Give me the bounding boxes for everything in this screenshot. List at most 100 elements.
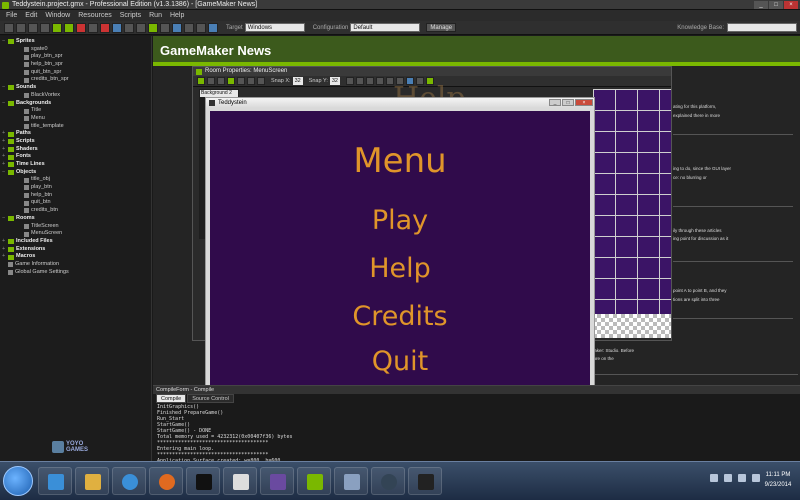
start-button[interactable]: [3, 466, 33, 496]
tab-compile[interactable]: Compile: [156, 394, 187, 403]
tree-item[interactable]: title_obj: [2, 176, 151, 184]
clean-icon[interactable]: [88, 22, 98, 33]
taskbar-explorer[interactable]: [75, 467, 109, 495]
menu-window[interactable]: Window: [45, 10, 70, 21]
new-icon[interactable]: [4, 22, 14, 33]
tree-item-global-game-settings[interactable]: Global Game Settings: [2, 269, 151, 277]
tree-item[interactable]: credits_btn: [2, 207, 151, 215]
clock[interactable]: 11:11 PM 9/23/2014: [760, 470, 796, 490]
tree-folder-scripts[interactable]: + Scripts: [2, 138, 151, 146]
tab-source-control[interactable]: Source Control: [187, 394, 234, 403]
script-icon[interactable]: [148, 22, 158, 33]
tree-item[interactable]: play_btn_spr: [2, 53, 151, 61]
save-icon[interactable]: [28, 22, 38, 33]
maximize-button[interactable]: □: [769, 1, 783, 9]
room-icon[interactable]: [184, 22, 194, 33]
zoom-in-icon[interactable]: [366, 77, 374, 85]
quit-button[interactable]: Quit: [210, 346, 590, 377]
background-2-item[interactable]: Background 2: [200, 90, 238, 97]
shift-icon[interactable]: [227, 77, 235, 85]
tree-item[interactable]: credits_btn_spr: [2, 76, 151, 84]
tree-item[interactable]: title_template: [2, 123, 151, 131]
network-icon[interactable]: [724, 474, 732, 482]
tree-folder-objects[interactable]: − Objects: [2, 169, 151, 177]
tree-folder-paths[interactable]: + Paths: [2, 130, 151, 138]
volume-icon[interactable]: [738, 474, 746, 482]
object-icon[interactable]: [172, 22, 182, 33]
ok-icon[interactable]: [197, 77, 205, 85]
background-icon[interactable]: [124, 22, 134, 33]
taskbar-gamemaker[interactable]: [297, 467, 331, 495]
menu-help[interactable]: Help: [170, 10, 184, 21]
taskbar-media[interactable]: [112, 467, 146, 495]
isometric-icon[interactable]: [356, 77, 364, 85]
taskbar-ie[interactable]: [38, 467, 72, 495]
tree-item[interactable]: help_btn_spr: [2, 61, 151, 69]
lock-icon[interactable]: [247, 77, 255, 85]
tree-item[interactable]: play_btn: [2, 184, 151, 192]
menu-run[interactable]: Run: [149, 10, 162, 21]
tree-folder-sprites[interactable]: − Sprites: [2, 38, 151, 46]
open-icon[interactable]: [16, 22, 26, 33]
tree-item-game-information[interactable]: Game Information: [2, 261, 151, 269]
font-icon[interactable]: [160, 22, 170, 33]
flag-icon[interactable]: [752, 474, 760, 482]
tree-item[interactable]: Title: [2, 107, 151, 115]
debug-icon[interactable]: [64, 22, 74, 33]
tree-item[interactable]: quit_btn: [2, 199, 151, 207]
game-close-button[interactable]: ×: [575, 99, 593, 106]
run-icon[interactable]: [52, 22, 62, 33]
play-button[interactable]: Play: [210, 205, 590, 236]
unlock-icon[interactable]: [257, 77, 265, 85]
clear-icon[interactable]: [217, 77, 225, 85]
sort-icon[interactable]: [237, 77, 245, 85]
tree-item[interactable]: sgate0: [2, 46, 151, 54]
tree-folder-macros[interactable]: + Macros: [2, 253, 151, 261]
room-grid[interactable]: [593, 89, 671, 314]
taskbar-console[interactable]: [186, 467, 220, 495]
menu-resources[interactable]: Resources: [78, 10, 111, 21]
export-icon[interactable]: [40, 22, 50, 33]
tree-item[interactable]: help_btn: [2, 192, 151, 200]
zoom-out-icon[interactable]: [376, 77, 384, 85]
tray-arrow-icon[interactable]: [710, 474, 718, 482]
taskbar-tool[interactable]: [334, 467, 368, 495]
tree-item[interactable]: BlackVortex: [2, 92, 151, 100]
snap-x-input[interactable]: 32: [292, 77, 303, 85]
minimize-button[interactable]: _: [754, 1, 768, 9]
tree-item[interactable]: TitleScreen: [2, 223, 151, 231]
taskbar-steam[interactable]: [371, 467, 405, 495]
tree-item[interactable]: MenuScreen: [2, 230, 151, 238]
tree-folder-sounds[interactable]: − Sounds: [2, 84, 151, 92]
credits-button[interactable]: Credits: [210, 301, 590, 332]
tree-folder-extensions[interactable]: + Extensions: [2, 246, 151, 254]
menu-file[interactable]: File: [6, 10, 17, 21]
menu-edit[interactable]: Edit: [25, 10, 37, 21]
game-minimize-button[interactable]: _: [549, 99, 561, 106]
tree-folder-backgrounds[interactable]: − Backgrounds: [2, 100, 151, 108]
close-button[interactable]: ×: [784, 1, 798, 9]
stop-icon[interactable]: [76, 22, 86, 33]
tree-item[interactable]: Menu: [2, 115, 151, 123]
sound-icon[interactable]: [112, 22, 122, 33]
snap-y-input[interactable]: 32: [329, 77, 340, 85]
knowledge-base-input[interactable]: [727, 23, 797, 32]
tree-folder-included-files[interactable]: + Included Files: [2, 238, 151, 246]
target-select[interactable]: Windows: [244, 23, 305, 32]
taskbar-app[interactable]: [260, 467, 294, 495]
path-icon[interactable]: [136, 22, 146, 33]
settings-icon[interactable]: [196, 22, 206, 33]
game-maximize-button[interactable]: □: [562, 99, 574, 106]
taskbar-firefox[interactable]: [149, 467, 183, 495]
tree-item[interactable]: quit_btn_spr: [2, 69, 151, 77]
undo-icon[interactable]: [207, 77, 215, 85]
configuration-select[interactable]: Default: [350, 23, 421, 32]
tree-folder-shaders[interactable]: + Shaders: [2, 146, 151, 154]
taskbar-notepad[interactable]: [223, 467, 257, 495]
tree-folder-fonts[interactable]: + Fonts: [2, 153, 151, 161]
tree-folder-time-lines[interactable]: + Time Lines: [2, 161, 151, 169]
help-button[interactable]: Help: [210, 253, 590, 284]
sprite-icon[interactable]: [100, 22, 110, 33]
grid-icon[interactable]: [346, 77, 354, 85]
menu-scripts[interactable]: Scripts: [120, 10, 141, 21]
